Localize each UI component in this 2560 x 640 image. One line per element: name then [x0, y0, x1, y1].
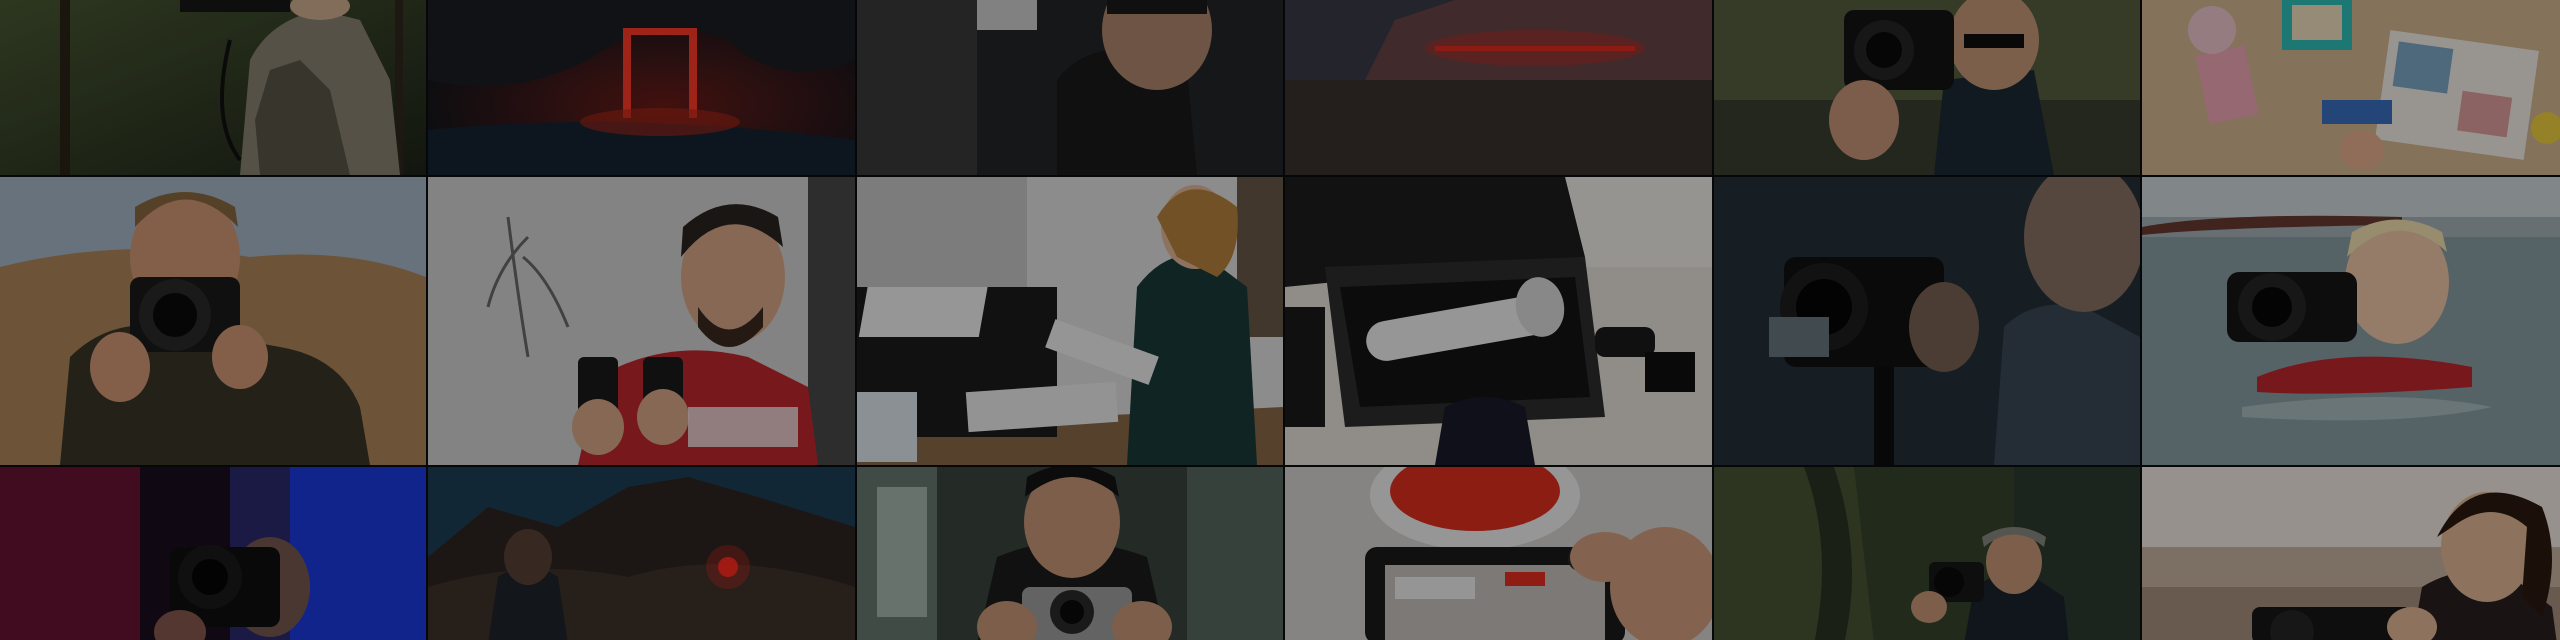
photo-red-neon-arch-cave	[428, 0, 855, 175]
photo-hunter-forest-camera	[0, 0, 426, 175]
photo-presenter-camera-red-shirt	[428, 177, 855, 465]
photo-coffee-cup-camera-screen	[1285, 467, 1712, 640]
photo-red-laser-rock-beach	[1285, 0, 1712, 175]
photo-man-cap-forest-camera	[1714, 467, 2140, 640]
photo-man-car-compact-camera	[857, 467, 1283, 640]
photo-telephoto-lens-case	[1285, 177, 1712, 465]
photo-man-camera-dark-room	[1714, 177, 2140, 465]
photo-scrapbook-desk-flatlay	[2142, 0, 2560, 175]
photo-photographer-in-lake	[2142, 177, 2560, 465]
photo-photographer-red-blue-light	[0, 467, 426, 640]
photo-man-mountain-camera	[0, 177, 426, 465]
photo-woman-beach-camera	[2142, 467, 2560, 640]
photo-mosaic	[0, 0, 2560, 640]
photo-man-portrait-closeup	[857, 0, 1283, 175]
photo-night-mountain-red-light	[428, 467, 855, 640]
photo-man-sunglasses-camera	[1714, 0, 2140, 175]
photo-woman-printer-office	[857, 177, 1283, 465]
